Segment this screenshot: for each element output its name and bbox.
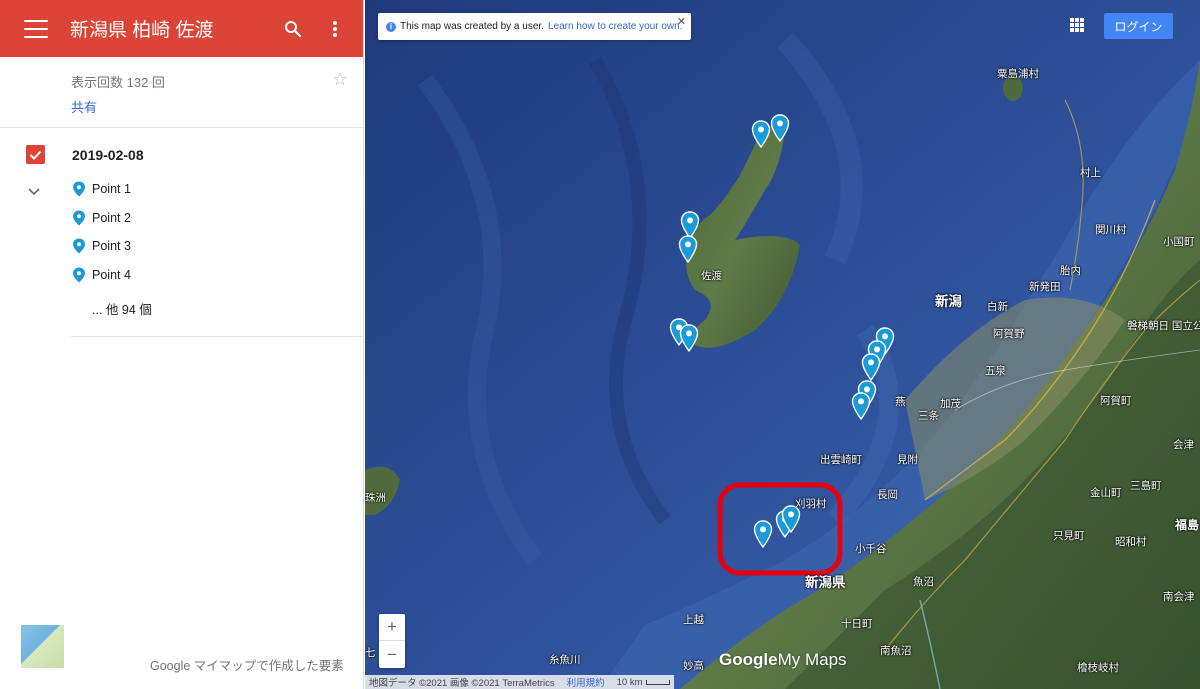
label-shibata: 新発田 [1029,281,1061,293]
label-niigata-pref: 新潟県 [805,575,846,590]
place-marker-icon [73,267,85,283]
apps-grid-icon[interactable] [1070,18,1084,32]
label-showa: 昭和村 [1115,536,1147,548]
label-tsubame: 燕 [895,396,906,408]
label-aizu: 会津 [1173,439,1194,451]
zoom-out-button[interactable]: − [379,641,405,668]
label-sado: 佐渡 [701,270,722,282]
star-icon[interactable]: ☆ [332,69,348,90]
more-items-link[interactable]: ... 他 94 個 [92,299,152,318]
label-awashimaura: 粟島浦村 [997,68,1039,80]
scale-indicator[interactable]: 10 km [617,677,671,688]
logo-mymaps: My Maps [777,650,847,669]
label-sumiwa: 珠洲 [365,492,386,504]
label-kamo: 加茂 [940,398,961,410]
label-tainai: 胎内 [1060,265,1081,277]
map-marker-icon[interactable] [753,520,773,548]
map-marker-icon[interactable] [851,392,871,420]
share-link[interactable]: 共有 [71,97,97,116]
label-agamachi: 阿賀町 [1100,395,1132,407]
label-izumozaki: 出雲崎町 [820,454,862,466]
map-marker-icon[interactable] [679,324,699,352]
info-icon: i [386,21,396,32]
label-mishima: 三島町 [1130,480,1162,492]
point-label: Point 3 [92,239,131,253]
menu-icon[interactable] [24,19,48,38]
label-kariwa: 刈羽村 [795,498,827,510]
point-label: Point 1 [92,182,131,196]
label-itoigawa: 糸魚川 [549,654,581,666]
point-label: Point 2 [92,211,131,225]
label-myoko: 妙高 [683,660,704,672]
zoom-control: + − [379,614,405,668]
zoom-in-button[interactable]: + [379,614,405,641]
google-mymaps-logo: GoogleMy Maps [719,650,847,670]
label-sanjo: 三条 [918,410,939,422]
label-mitsuke: 見附 [897,454,918,466]
view-count: 表示回数 132 回 [71,75,165,90]
label-niigata-city: 新潟 [935,294,962,309]
list-item-point-3[interactable]: Point 3 [72,236,131,256]
label-uonuma: 魚沼 [913,576,934,588]
layer-checkbox[interactable] [26,145,45,164]
app-header: 新潟県 柏崎 佐渡 [0,0,363,57]
close-icon[interactable]: ✕ [677,15,686,28]
notice-learn-link[interactable]: Learn how to create your own. [548,21,683,32]
map-marker-icon[interactable] [751,120,771,148]
my-maps-thumbnail[interactable] [21,625,64,668]
place-marker-icon [73,181,85,197]
label-ojiya: 小千谷 [855,543,887,555]
map-info: 表示回数 132 回 共有 ☆ [0,57,363,128]
label-kaneyama: 金山町 [1090,487,1122,499]
layer-name: 2019-02-08 [72,147,144,163]
list-item-point-4[interactable]: Point 4 [72,265,131,285]
label-tadami: 只見町 [1053,530,1085,542]
map-marker-icon[interactable] [861,353,881,381]
map-title: 新潟県 柏崎 佐渡 [70,20,214,41]
scale-label: 10 km [616,676,643,688]
place-marker-icon [73,210,85,226]
label-hiko: 七 [365,647,376,659]
map-canvas[interactable]: 佐渡 新潟 新潟県 粟島浦村 村上 関川村 小国町 胎内 新発田 白新 阿賀野 … [365,0,1200,689]
label-gosen: 五泉 [985,365,1006,377]
scale-bar [646,679,671,685]
point-label: Point 4 [92,268,131,282]
label-murakami: 村上 [1080,167,1101,179]
notice-text: This map was created by a user. [400,21,544,32]
login-button[interactable]: ログイン [1104,13,1173,39]
list-item-point-1[interactable]: Point 1 [72,179,131,199]
label-minamiaizu: 南会津 [1163,591,1195,603]
attribution-text: 地図データ ©2021 画像 ©2021 TerraMetrics [369,678,555,689]
label-agano: 阿賀野 [993,328,1025,340]
label-tokamachi: 十日町 [841,618,873,630]
satellite-map [365,0,1200,689]
label-oguni: 小国町 [1163,236,1195,248]
more-vert-icon[interactable] [323,17,347,41]
map-marker-icon[interactable] [678,235,698,263]
label-nagaoka: 長岡 [877,489,898,501]
list-item-point-2[interactable]: Point 2 [72,208,131,228]
label-joetsu: 上越 [683,614,704,626]
label-minamiuonuma: 南魚沼 [880,645,912,657]
sidebar: 新潟県 柏崎 佐渡 表示回数 132 回 共有 ☆ 2019-02-08 Poi… [0,0,364,689]
label-bandai: 磐梯朝日 国立公園 [1127,320,1200,332]
footer-credit: Google マイマップで作成した要素 [150,659,344,673]
map-marker-icon[interactable] [770,114,790,142]
search-icon[interactable] [281,17,305,41]
map-attribution: 地図データ ©2021 画像 ©2021 TerraMetrics 利用規約 1… [365,675,675,689]
divider [71,336,363,337]
layer-section: 2019-02-08 Point 1 Point 2 Point 3 Point… [0,128,363,337]
label-hinoemata: 檜枝岐村 [1077,662,1119,674]
chevron-down-icon[interactable] [28,183,40,201]
place-marker-icon [73,238,85,254]
terms-link[interactable]: 利用規約 [567,675,605,689]
label-fukushima: 福島 [1175,518,1200,532]
label-shirone: 白新 [987,301,1008,313]
user-map-notice: i This map was created by a user. Learn … [378,13,691,40]
logo-google: Google [719,650,778,669]
label-sekikawa: 関川村 [1095,224,1127,236]
